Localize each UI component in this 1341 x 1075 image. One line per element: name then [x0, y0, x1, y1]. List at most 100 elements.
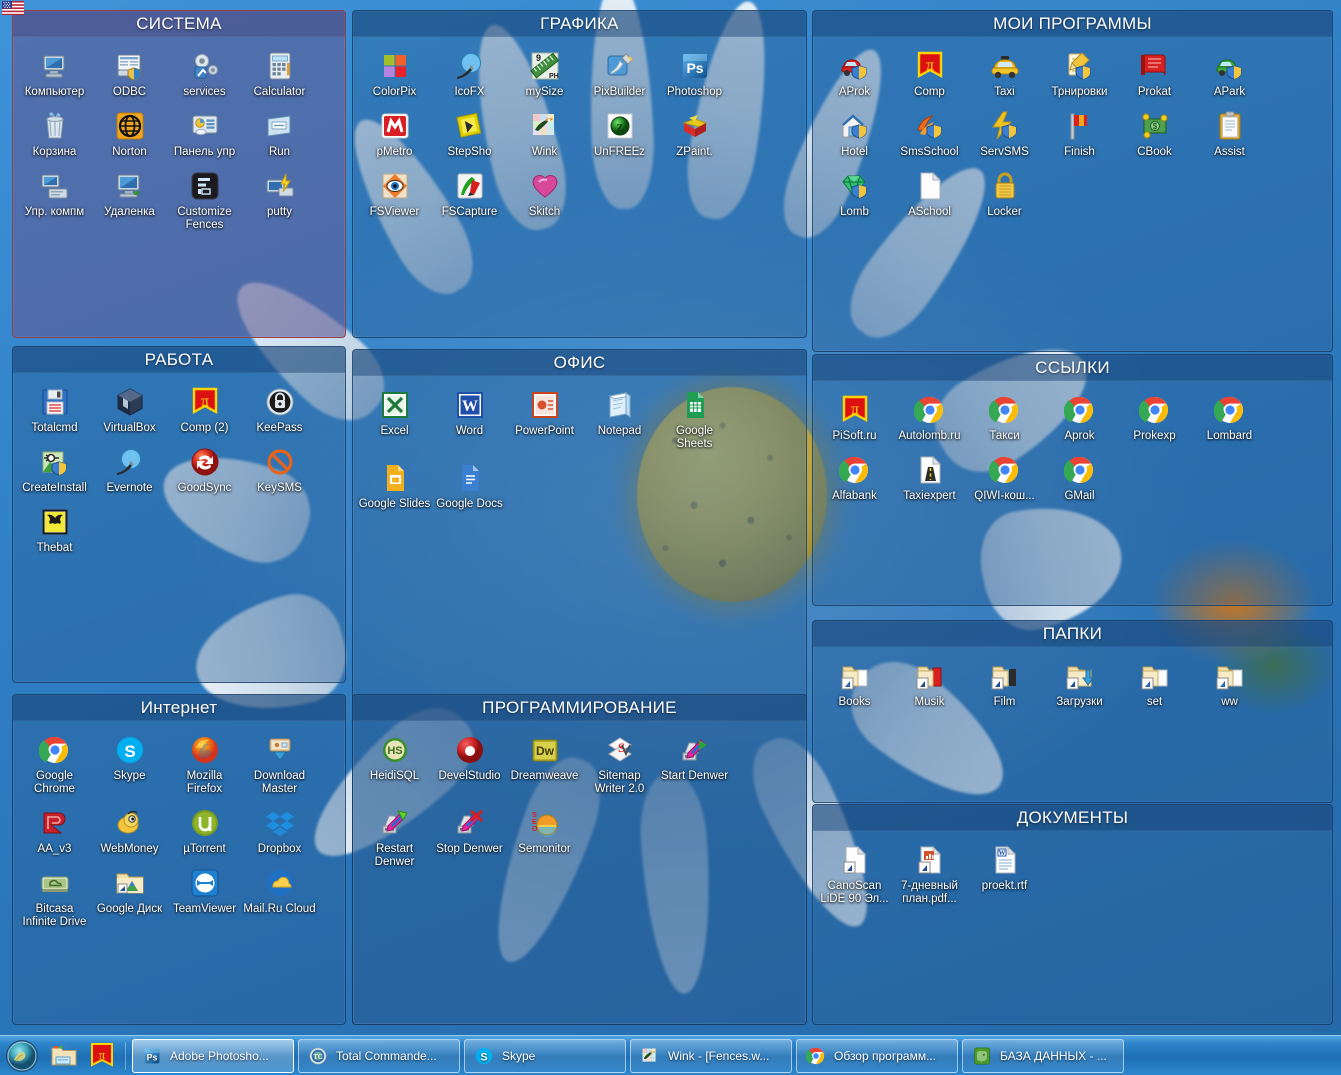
- desktop-icon-taxi[interactable]: Taxi: [967, 45, 1042, 105]
- desktop-icon-books[interactable]: Books: [817, 655, 892, 715]
- desktop-icon-google-sheets[interactable]: Google Sheets: [657, 384, 732, 457]
- desktop-icon-set[interactable]: set: [1117, 655, 1192, 715]
- desktop-icon-google-docs[interactable]: Google Docs: [432, 457, 507, 517]
- desktop-icon-alfabank[interactable]: Alfabank: [817, 449, 892, 509]
- desktop-icon-skitch[interactable]: Skitch: [507, 165, 582, 225]
- desktop-icon-stop-denwer[interactable]: Stop Denwer: [432, 802, 507, 875]
- desktop-icon-assist[interactable]: Assist: [1192, 105, 1267, 165]
- desktop-icon-aprok[interactable]: AProk: [817, 45, 892, 105]
- desktop-icon-удаленка[interactable]: Удаленка: [92, 165, 167, 238]
- taskbar-item-total-commande[interactable]: TC Total Commande...: [298, 1038, 460, 1073]
- desktop-icon-fscapture[interactable]: FSCapture: [432, 165, 507, 225]
- desktop-icon-pmetro[interactable]: pMetro: [357, 105, 432, 165]
- taskbar-item-adobe-photosho[interactable]: Ps Adobe Photosho...: [132, 1038, 294, 1073]
- desktop-icon-aa-v3[interactable]: AA_v3: [17, 802, 92, 862]
- desktop-icon-prokat[interactable]: Prokat: [1117, 45, 1192, 105]
- desktop-icon-zpaint[interactable]: ZPaint.: [657, 105, 732, 165]
- desktop-icon-odbc[interactable]: ODBC: [92, 45, 167, 105]
- desktop-icon-restart-denwer[interactable]: Restart Denwer: [357, 802, 432, 875]
- desktop-icon-ww[interactable]: ww: [1192, 655, 1267, 715]
- desktop-icon-google-slides[interactable]: Google Slides: [357, 457, 432, 517]
- desktop-icon-mysize[interactable]: 9 PH mySize: [507, 45, 582, 105]
- desktop-icon-putty[interactable]: putty: [242, 165, 317, 238]
- desktop-icon-musik[interactable]: Musik: [892, 655, 967, 715]
- desktop-icon-locker[interactable]: Locker: [967, 165, 1042, 225]
- language-indicator-icon[interactable]: [2, 1, 24, 15]
- desktop-icon-dreamweave[interactable]: Dw Dreamweave: [507, 729, 582, 802]
- desktop-icon-lombard[interactable]: Lombard: [1192, 389, 1267, 449]
- desktop-icon-excel[interactable]: Excel: [357, 384, 432, 457]
- desktop-icon-google-диск[interactable]: Google Диск: [92, 862, 167, 935]
- quicklaunch-pisoft[interactable]: π: [85, 1039, 119, 1073]
- desktop-icon-start-denwer[interactable]: Start Denwer: [657, 729, 732, 802]
- quicklaunch-explorer[interactable]: [47, 1039, 81, 1073]
- desktop-icon-компьютер[interactable]: Компьютер: [17, 45, 92, 105]
- desktop-icon-finish[interactable]: Finish: [1042, 105, 1117, 165]
- desktop-icon-такси[interactable]: Такси: [967, 389, 1042, 449]
- desktop-icon-torrent[interactable]: µTorrent: [167, 802, 242, 862]
- desktop-icon-aprok[interactable]: Aprok: [1042, 389, 1117, 449]
- fence-papki[interactable]: ПАПКИ Books Musik Film Загрузки set ww: [812, 620, 1333, 803]
- desktop-icon-unfreez[interactable]: Z UnFREEz: [582, 105, 657, 165]
- desktop-icon-run[interactable]: Run: [242, 105, 317, 165]
- taskbar-item-обзор-программ[interactable]: Обзор программ...: [796, 1038, 958, 1073]
- desktop-icon-mozilla-firefox[interactable]: Mozilla Firefox: [167, 729, 242, 802]
- desktop-icon-colorpix[interactable]: ColorPix: [357, 45, 432, 105]
- desktop-icon-download-master[interactable]: Download Master: [242, 729, 317, 802]
- desktop-icon-customize-fences[interactable]: Customize Fences: [167, 165, 242, 238]
- desktop-icon-prokexp[interactable]: Prokexp: [1117, 389, 1192, 449]
- desktop-icon-sitemap-writer-2-0[interactable]: S Sitemap Writer 2.0: [582, 729, 657, 802]
- desktop-icon-keepass[interactable]: KeePass: [242, 381, 317, 441]
- desktop-icon-pisoft-ru[interactable]: π PiSoft.ru: [817, 389, 892, 449]
- fence-dokumenty[interactable]: ДОКУМЕНТЫ CanoScan LiDE 90 Эл... 7-дневный…: [812, 804, 1333, 1025]
- desktop-icon-fsviewer[interactable]: FSViewer: [357, 165, 432, 225]
- desktop-icon-stepsho[interactable]: StepSho: [432, 105, 507, 165]
- desktop-icon-canoscan-lide-90-эл[interactable]: CanoScan LiDE 90 Эл...: [817, 839, 892, 912]
- taskbar-item-wink-fences-w[interactable]: Wink - [Fences.w...: [630, 1038, 792, 1073]
- desktop-icon-autolomb-ru[interactable]: Autolomb.ru: [892, 389, 967, 449]
- desktop-icon-comp[interactable]: π Comp: [892, 45, 967, 105]
- fence-internet[interactable]: Интернет Google Chrome S Skype Mozilla Firef…: [12, 694, 346, 1025]
- desktop-icon-загрузки[interactable]: Загрузки: [1042, 655, 1117, 715]
- desktop-icon-powerpoint[interactable]: PowerPoint: [507, 384, 582, 457]
- desktop-icon-servsms[interactable]: ServSMS: [967, 105, 1042, 165]
- desktop-icon-mail-ru-cloud[interactable]: Mail.Ru Cloud: [242, 862, 317, 935]
- desktop-icon-notepad[interactable]: Notepad: [582, 384, 657, 457]
- start-button[interactable]: [3, 1039, 41, 1073]
- desktop-icon-qiwi-кош[interactable]: QIWI-кош...: [967, 449, 1042, 509]
- desktop-icon-services[interactable]: services: [167, 45, 242, 105]
- desktop-icon-smsschool[interactable]: SmsSchool: [892, 105, 967, 165]
- fence-grafika[interactable]: ГРАФИКА ColorPix IcoFX 9 PH mySize PixBuilder P…: [352, 10, 807, 338]
- desktop-icon-taxiexpert[interactable]: Taxiexpert: [892, 449, 967, 509]
- desktop-icon-hotel[interactable]: Hotel: [817, 105, 892, 165]
- desktop-icon-7-дневный-план-pdf[interactable]: 7-дневный план.pdf...: [892, 839, 967, 912]
- desktop-icon-proekt-rtf[interactable]: Wproekt.rtf: [967, 839, 1042, 912]
- fence-rabota[interactable]: РАБОТА Totalcmd VirtualBox π Comp (2) KeePass…: [12, 346, 346, 683]
- taskbar-item-skype[interactable]: S Skype: [464, 1038, 626, 1073]
- desktop-icon-cbook[interactable]: $ CBook: [1117, 105, 1192, 165]
- desktop-icon-корзина[interactable]: Корзина: [17, 105, 92, 165]
- desktop-icon-панель-упр[interactable]: Панель упр: [167, 105, 242, 165]
- desktop-icon-трнировки[interactable]: Трнировки: [1042, 45, 1117, 105]
- desktop-icon-createinstall[interactable]: CreateInstall: [17, 441, 92, 501]
- desktop-icon-упр-компм[interactable]: Упр. компм: [17, 165, 92, 238]
- desktop-icon-gmail[interactable]: GMail: [1042, 449, 1117, 509]
- desktop-icon-norton[interactable]: Norton: [92, 105, 167, 165]
- desktop-icon-film[interactable]: Film: [967, 655, 1042, 715]
- fence-programmirovanie[interactable]: ПРОГРАММИРОВАНИЕ HS HeidiSQL DevelStudio Dw D…: [352, 694, 807, 1025]
- fence-moi-programmy[interactable]: МОИ ПРОГРАММЫ AProk π Comp Taxi Трнировки Prok…: [812, 10, 1333, 352]
- desktop-icon-semonitor[interactable]: S E O Semonitor: [507, 802, 582, 875]
- desktop-icon-teamviewer[interactable]: TeamViewer: [167, 862, 242, 935]
- desktop-icon-pixbuilder[interactable]: PixBuilder: [582, 45, 657, 105]
- fence-ssylki[interactable]: ССЫЛКИ π PiSoft.ru Autolomb.ru Такси Aprok Pro…: [812, 354, 1333, 606]
- desktop-icon-bitcasa-infinite-drive[interactable]: Bitcasa Infinite Drive: [17, 862, 92, 935]
- desktop-icon-lomb[interactable]: Lomb: [817, 165, 892, 225]
- fence-sistema[interactable]: СИСТЕМА Компьютер ODBC services Calculator Ко…: [12, 10, 346, 338]
- desktop-icon-photoshop[interactable]: Ps Photoshop: [657, 45, 732, 105]
- desktop-icon-wink[interactable]: Wink: [507, 105, 582, 165]
- desktop-icon-skype[interactable]: S Skype: [92, 729, 167, 802]
- desktop-icon-google-chrome[interactable]: Google Chrome: [17, 729, 92, 802]
- desktop-icon-develstudio[interactable]: DevelStudio: [432, 729, 507, 802]
- desktop-icon-comp-2[interactable]: π Comp (2): [167, 381, 242, 441]
- taskbar-item-база-данных[interactable]: БАЗА ДАННЫХ - ...: [962, 1038, 1124, 1073]
